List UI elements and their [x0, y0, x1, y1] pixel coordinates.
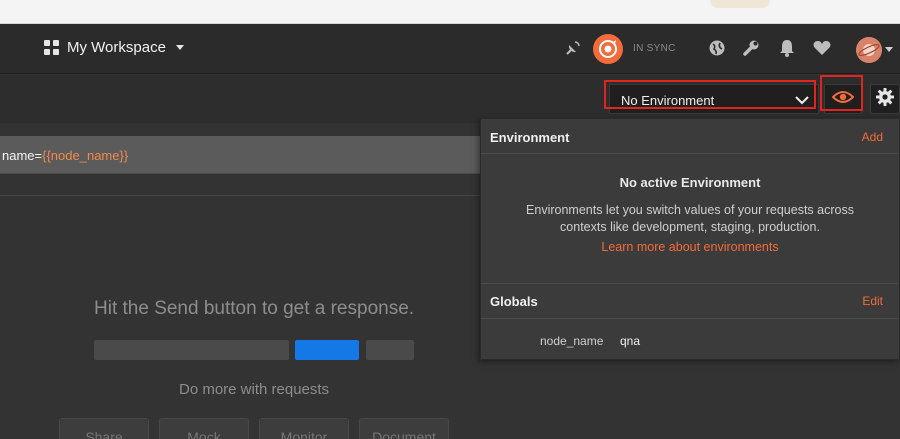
- placeholder-bar: [94, 340, 289, 360]
- heart-icon[interactable]: [812, 38, 832, 58]
- workspace-label: My Workspace: [67, 39, 166, 56]
- global-variable-value: qna: [620, 334, 641, 348]
- eye-icon: [831, 90, 855, 109]
- sync-icon[interactable]: [593, 34, 623, 64]
- globals-section-title: Globals: [490, 294, 538, 309]
- monitor-button[interactable]: Monitor: [259, 418, 349, 439]
- environment-quick-look-button[interactable]: [824, 84, 862, 114]
- environment-quick-look-panel: Environment Add No active Environment En…: [480, 118, 900, 360]
- edit-globals-link[interactable]: Edit: [862, 294, 883, 308]
- globe-icon[interactable]: [707, 38, 727, 58]
- avatar[interactable]: [856, 37, 882, 63]
- placeholder-bar: [366, 340, 414, 360]
- no-active-environment-label: No active Environment: [619, 175, 761, 190]
- mock-button[interactable]: Mock: [159, 418, 249, 439]
- wrench-icon[interactable]: [741, 38, 761, 58]
- environment-section-title: Environment: [490, 130, 570, 145]
- satellite-icon[interactable]: [563, 38, 583, 58]
- divider: [0, 195, 484, 196]
- document-button[interactable]: Document: [359, 418, 449, 439]
- avatar-caret-icon: [885, 47, 893, 52]
- bell-icon[interactable]: [777, 38, 797, 58]
- url-text: name=: [2, 148, 43, 163]
- manage-environments-button[interactable]: [870, 84, 900, 114]
- learn-more-environments-link[interactable]: Learn more about environments: [481, 240, 899, 254]
- chevron-down-icon: [795, 93, 809, 111]
- add-environment-link[interactable]: Add: [862, 130, 883, 144]
- environment-description: Environments let you switch values of yo…: [526, 203, 854, 234]
- globals-section-header: Globals Edit: [481, 283, 899, 319]
- share-button[interactable]: Share: [59, 418, 149, 439]
- gear-icon: [875, 87, 895, 112]
- request-url-input[interactable]: name={{node_name}}: [0, 136, 484, 174]
- caret-down-icon: [175, 45, 184, 50]
- placeholder-bar-primary: [295, 340, 359, 360]
- do-more-label: Do more with requests: [179, 381, 330, 398]
- window-top-strip: [0, 0, 900, 24]
- workspace-switcher[interactable]: My Workspace: [44, 39, 184, 56]
- environment-select[interactable]: No Environment: [609, 84, 819, 114]
- url-variable: {{node_name}}: [42, 148, 129, 163]
- grid-icon: [44, 40, 59, 55]
- environment-section-header: Environment Add: [481, 119, 899, 154]
- app-header: My Workspace IN SYNC: [0, 24, 900, 74]
- response-hint: Hit the Send button to get a response.: [94, 298, 415, 319]
- environment-select-value: No Environment: [621, 93, 715, 108]
- global-variable-key: node_name: [540, 334, 604, 348]
- sync-status: IN SYNC: [633, 43, 676, 54]
